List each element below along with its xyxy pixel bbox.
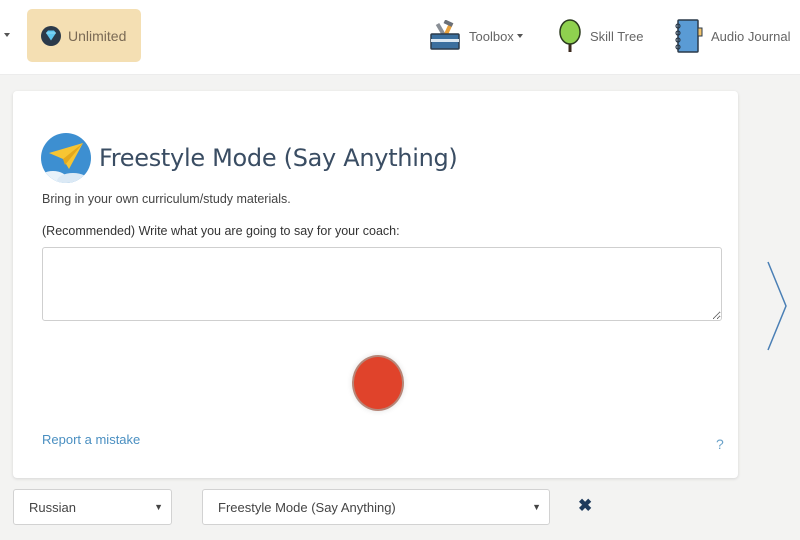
language-select[interactable]: Russian ▼	[13, 489, 172, 525]
unlimited-plan-badge[interactable]: Unlimited	[27, 9, 141, 62]
page-title: Freestyle Mode (Say Anything)	[99, 144, 458, 172]
nav-skill-tree[interactable]: Skill Tree	[558, 18, 643, 54]
nav-audio-journal[interactable]: Audio Journal	[675, 18, 791, 54]
nav-toolbox-label: Toolbox	[469, 28, 514, 44]
chevron-down-icon: ▼	[154, 502, 163, 512]
nav-skill-tree-label: Skill Tree	[590, 28, 644, 44]
textarea-label: (Recommended) Write what you are going t…	[42, 224, 400, 238]
top-navigation-bar: Unlimited Toolbox Skill Tree Audio Journ…	[0, 0, 800, 75]
plan-label: Unlimited	[68, 27, 127, 44]
help-icon[interactable]: ?	[716, 436, 724, 452]
toolbox-icon	[429, 20, 461, 52]
diamond-icon	[41, 25, 61, 46]
coach-script-textarea[interactable]	[42, 247, 722, 321]
tree-icon	[558, 19, 582, 53]
journal-icon	[675, 19, 703, 53]
report-mistake-link[interactable]: Report a mistake	[42, 432, 140, 447]
nav-audio-journal-label: Audio Journal	[711, 28, 791, 44]
card-header: Freestyle Mode (Say Anything)	[41, 133, 458, 183]
mode-select[interactable]: Freestyle Mode (Say Anything) ▼	[202, 489, 550, 525]
paper-plane-icon	[41, 133, 91, 183]
nav-toolbox[interactable]: Toolbox	[429, 18, 523, 54]
next-arrow-button[interactable]	[762, 258, 792, 354]
record-button[interactable]	[352, 355, 404, 411]
chevron-right-icon	[767, 261, 787, 351]
dropdown-caret-icon[interactable]	[4, 33, 10, 37]
language-select-value: Russian	[29, 499, 76, 515]
freestyle-card: Freestyle Mode (Say Anything) Bring in y…	[13, 91, 738, 478]
mode-select-value: Freestyle Mode (Say Anything)	[218, 499, 396, 515]
chevron-down-icon	[516, 34, 523, 38]
chevron-down-icon: ▼	[532, 502, 541, 512]
close-icon[interactable]: ✖	[578, 496, 592, 516]
card-subtitle: Bring in your own curriculum/study mater…	[42, 192, 291, 206]
